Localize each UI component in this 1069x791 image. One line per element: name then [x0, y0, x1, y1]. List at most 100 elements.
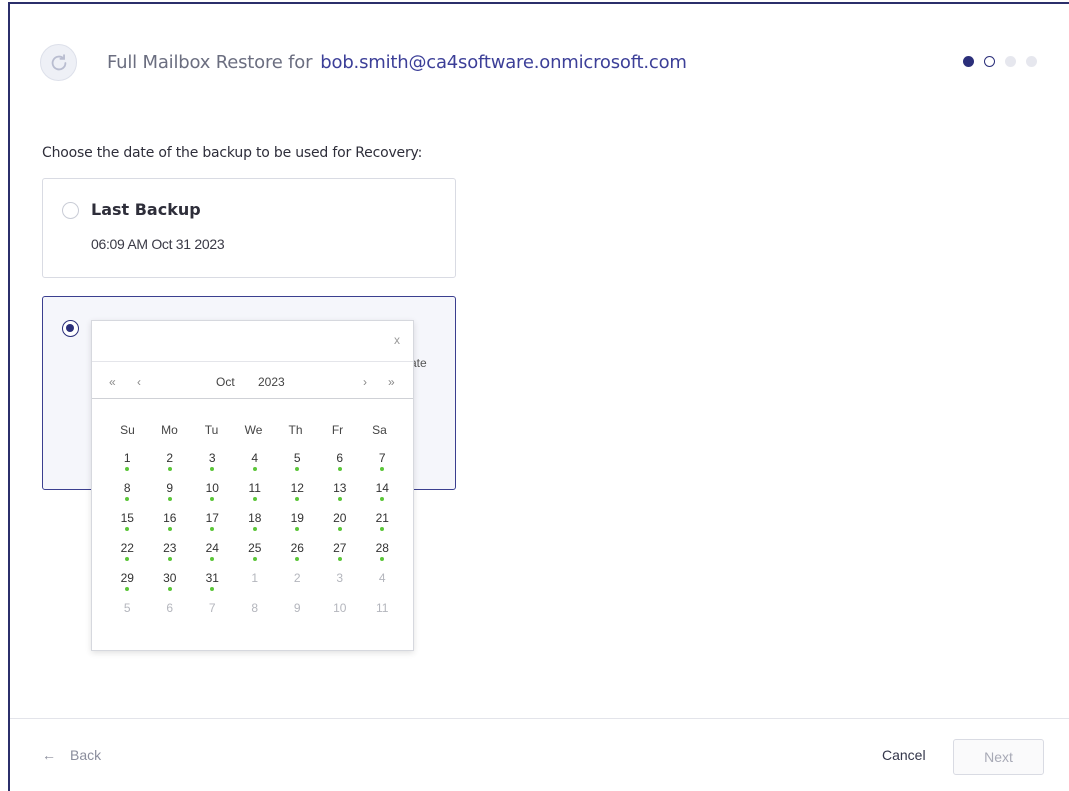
calendar-day[interactable]: 9: [276, 601, 319, 631]
calendar-day[interactable]: 6: [319, 451, 362, 481]
calendar-day[interactable]: 29: [106, 571, 149, 601]
calendar-day[interactable]: 1: [234, 571, 277, 601]
calendar-day-number: 6: [166, 601, 174, 615]
calendar-day[interactable]: 18: [234, 511, 277, 541]
last-backup-radio[interactable]: [62, 202, 79, 219]
calendar-day[interactable]: 12: [276, 481, 319, 511]
calendar-day[interactable]: 15: [106, 511, 149, 541]
step-dot-1: [963, 56, 974, 67]
backup-available-dot: [337, 467, 342, 471]
prev-year-button[interactable]: «: [109, 375, 116, 389]
calendar-day-number: 2: [293, 571, 301, 585]
calendar-day[interactable]: 8: [106, 481, 149, 511]
page-title-text: Full Mailbox Restore for: [107, 52, 313, 73]
custom-date-radio[interactable]: [62, 320, 79, 337]
calendar-day-number: 5: [123, 601, 131, 615]
calendar-day[interactable]: 11: [234, 481, 277, 511]
calendar-day[interactable]: 3: [319, 571, 362, 601]
calendar-day[interactable]: 21: [361, 511, 404, 541]
calendar-day-number: 29: [120, 571, 134, 585]
calendar-day-number: 22: [120, 541, 134, 555]
backup-available-dot: [380, 557, 385, 561]
backup-available-dot: [167, 587, 172, 591]
calendar-day-number: 8: [123, 481, 131, 495]
calendar-day-number: 1: [123, 451, 131, 465]
calendar-day-number: 27: [333, 541, 347, 555]
calendar-day[interactable]: 5: [106, 601, 149, 631]
calendar-day[interactable]: 6: [149, 601, 192, 631]
weekday-label: Th: [288, 423, 303, 437]
next-month-button[interactable]: ›: [363, 375, 367, 389]
calendar-day[interactable]: 27: [319, 541, 362, 571]
calendar-day-number: 13: [333, 481, 347, 495]
backup-available-dot: [380, 497, 385, 501]
calendar-day-number: 16: [163, 511, 177, 525]
calendar-day[interactable]: 19: [276, 511, 319, 541]
calendar-day[interactable]: 17: [191, 511, 234, 541]
calendar-day[interactable]: 14: [361, 481, 404, 511]
calendar-day[interactable]: 16: [149, 511, 192, 541]
year-label[interactable]: 2023: [258, 375, 285, 389]
calendar-day[interactable]: 3: [191, 451, 234, 481]
calendar-day[interactable]: 26: [276, 541, 319, 571]
month-label[interactable]: Oct: [216, 375, 235, 389]
calendar-day[interactable]: 2: [149, 451, 192, 481]
calendar-day[interactable]: 31: [191, 571, 234, 601]
calendar-day[interactable]: 7: [191, 601, 234, 631]
calendar-day[interactable]: 11: [361, 601, 404, 631]
weekday-label: Fr: [331, 423, 344, 437]
prev-month-button[interactable]: ‹: [137, 375, 141, 389]
calendar-day-number: 4: [251, 451, 259, 465]
last-backup-title: Last Backup: [91, 200, 201, 219]
calendar-day[interactable]: 5: [276, 451, 319, 481]
calendar-day-number: 8: [251, 601, 259, 615]
next-year-button[interactable]: »: [388, 375, 395, 389]
calendar-day[interactable]: 30: [149, 571, 192, 601]
restore-icon: [40, 44, 77, 81]
calendar-day-number: 7: [208, 601, 216, 615]
backup-available-dot: [337, 557, 342, 561]
backup-available-dot: [252, 497, 257, 501]
calendar-day-number: 11: [248, 481, 261, 495]
calendar-day-number: 28: [375, 541, 389, 555]
calendar-day-number: 30: [163, 571, 177, 585]
calendar-day-number: 20: [333, 511, 347, 525]
close-icon[interactable]: x: [394, 333, 400, 347]
calendar-day[interactable]: 28: [361, 541, 404, 571]
backup-available-dot: [295, 557, 300, 561]
backup-available-dot: [210, 467, 215, 471]
back-button[interactable]: ← Back: [42, 747, 101, 763]
mailbox-email: bob.smith@ca4software.onmicrosoft.com: [320, 52, 687, 73]
calendar-day[interactable]: 13: [319, 481, 362, 511]
calendar-day[interactable]: 9: [149, 481, 192, 511]
last-backup-card[interactable]: [42, 178, 456, 278]
calendar-day[interactable]: 10: [191, 481, 234, 511]
next-button[interactable]: Next: [953, 739, 1044, 775]
weekday-label: Mo: [161, 423, 178, 437]
calendar-day[interactable]: 24: [191, 541, 234, 571]
backup-available-dot: [380, 467, 385, 471]
footer-divider: [10, 718, 1069, 719]
cancel-button[interactable]: Cancel: [882, 747, 926, 763]
calendar-day-number: 12: [290, 481, 304, 495]
step-dot-4: [1026, 56, 1037, 67]
calendar-day[interactable]: 25: [234, 541, 277, 571]
calendar-day[interactable]: 23: [149, 541, 192, 571]
calendar-day-number: 19: [290, 511, 304, 525]
calendar-day[interactable]: 1: [106, 451, 149, 481]
backup-available-dot: [125, 497, 130, 501]
backup-available-dot: [125, 527, 130, 531]
calendar-day[interactable]: 2: [276, 571, 319, 601]
calendar-day[interactable]: 4: [361, 571, 404, 601]
calendar-day-number: 9: [293, 601, 301, 615]
backup-available-dot: [337, 527, 342, 531]
calendar-day[interactable]: 20: [319, 511, 362, 541]
backup-available-dot: [295, 467, 300, 471]
backup-available-dot: [125, 557, 130, 561]
calendar-day[interactable]: 8: [234, 601, 277, 631]
calendar-day[interactable]: 22: [106, 541, 149, 571]
calendar-day[interactable]: 10: [319, 601, 362, 631]
calendar-day[interactable]: 4: [234, 451, 277, 481]
backup-available-dot: [167, 467, 172, 471]
calendar-day[interactable]: 7: [361, 451, 404, 481]
